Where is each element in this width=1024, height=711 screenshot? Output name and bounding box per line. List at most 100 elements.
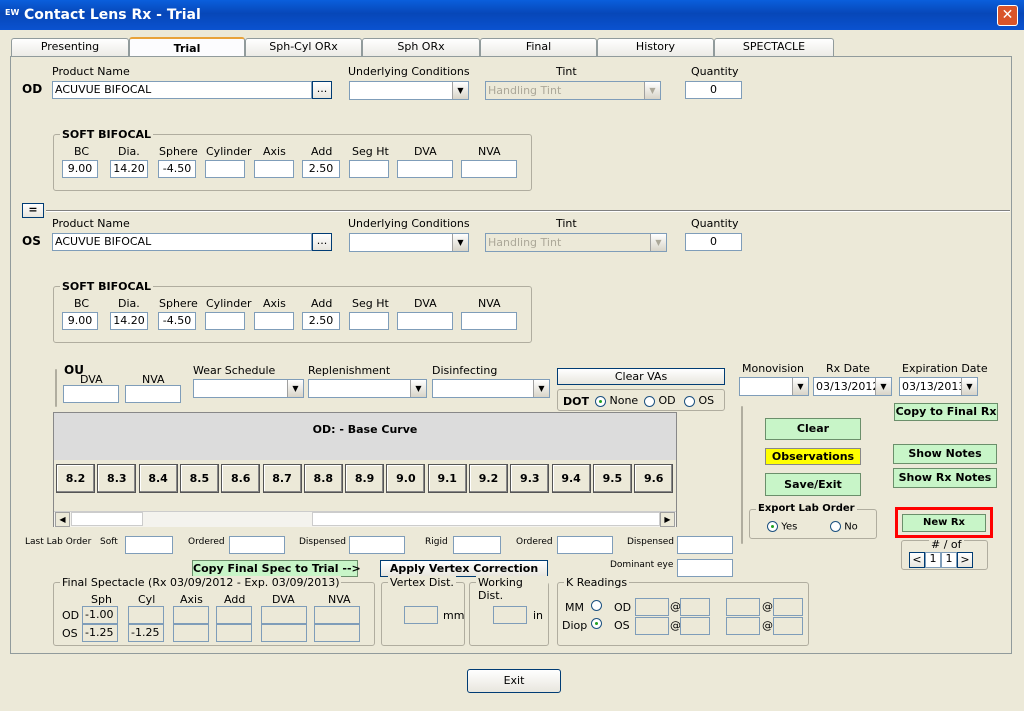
tab-final[interactable]: Final (480, 38, 597, 56)
replenishment-select[interactable]: ▼ (308, 379, 427, 398)
base-curve-cell[interactable]: 8.3 (97, 464, 137, 493)
scroll-thumb-secondary[interactable] (312, 512, 660, 526)
os-seght-input[interactable] (349, 312, 389, 330)
show-rx-notes-button[interactable]: Show Rx Notes (893, 468, 997, 488)
chevron-down-icon[interactable]: ▼ (452, 82, 468, 99)
os-cylinder-input[interactable] (205, 312, 245, 330)
od-product-input[interactable]: ACUVUE BIFOCAL (52, 81, 312, 99)
od-seght-input[interactable] (349, 160, 389, 178)
os-sphere-input[interactable]: -4.50 (158, 312, 196, 330)
soft-dispensed-input[interactable] (349, 536, 405, 554)
export-no-radio[interactable]: No (830, 521, 858, 533)
scroll-thumb[interactable] (71, 512, 143, 526)
k-mm-radio[interactable] (591, 600, 602, 611)
rigid-lab-input[interactable] (453, 536, 501, 554)
tab-history[interactable]: History (597, 38, 714, 56)
wear-schedule-select[interactable]: ▼ (193, 379, 304, 398)
os-product-browse-button[interactable]: ... (312, 233, 332, 251)
od-add-input[interactable]: 2.50 (302, 160, 340, 178)
copy-final-spec-button[interactable]: Copy Final Spec to Trial --> (192, 560, 361, 577)
od-cylinder-input[interactable] (205, 160, 245, 178)
close-button[interactable]: ✕ (997, 5, 1018, 26)
show-notes-button[interactable]: Show Notes (893, 444, 997, 464)
base-curve-cell[interactable]: 9.1 (427, 464, 467, 493)
base-curve-cell[interactable]: 8.5 (179, 464, 219, 493)
fs-os-label: OS (62, 627, 78, 640)
os-dva-input[interactable] (397, 312, 453, 330)
observations-button[interactable]: Observations (765, 448, 861, 465)
scroll-left-icon[interactable]: ◀ (55, 512, 70, 527)
apply-vertex-correction-button[interactable]: Apply Vertex Correction (380, 560, 548, 577)
base-curve-cell[interactable]: 8.9 (345, 464, 385, 493)
dot-os-radio[interactable]: OS (684, 394, 714, 407)
tab-sph-orx[interactable]: Sph ORx (362, 38, 480, 56)
os-nva-input[interactable] (461, 312, 517, 330)
base-curve-cell[interactable]: 9.4 (551, 464, 591, 493)
rx-date-picker[interactable]: 03/13/2012 ▼ (813, 377, 892, 396)
tab-trial[interactable]: Trial (129, 37, 245, 58)
rx-next-button[interactable]: > (957, 552, 973, 568)
export-yes-radio[interactable]: Yes (767, 521, 797, 533)
soft-lab-input[interactable] (125, 536, 173, 554)
chevron-down-icon[interactable]: ▼ (961, 378, 977, 395)
os-quantity-input[interactable]: 0 (685, 233, 742, 251)
expiration-date-picker[interactable]: 03/13/2013 ▼ (899, 377, 978, 396)
disinfecting-select[interactable]: ▼ (432, 379, 550, 398)
od-product-browse-button[interactable]: ... (312, 81, 332, 99)
copy-od-to-os-button[interactable]: = (22, 203, 44, 218)
base-curve-cell[interactable]: 9.6 (634, 464, 674, 493)
rx-current-input[interactable]: 1 (925, 552, 941, 568)
tab-spectacle[interactable]: SPECTACLE (714, 38, 834, 56)
base-curve-cell[interactable]: 8.4 (138, 464, 178, 493)
base-curve-cell[interactable]: 8.7 (262, 464, 302, 493)
dot-od-radio[interactable]: OD (644, 394, 676, 407)
new-rx-button[interactable]: New Rx (902, 514, 986, 532)
monovision-select[interactable]: ▼ (739, 377, 809, 396)
save-exit-button[interactable]: Save/Exit (765, 473, 861, 496)
dominant-eye-input[interactable] (677, 559, 733, 577)
base-curve-cell[interactable]: 8.6 (221, 464, 261, 493)
od-sphere-input[interactable]: -4.50 (158, 160, 196, 178)
rigid-ordered-input[interactable] (557, 536, 613, 554)
od-dva-input[interactable] (397, 160, 453, 178)
chevron-down-icon[interactable]: ▼ (533, 380, 549, 397)
clear-vas-button[interactable]: Clear VAs (557, 368, 725, 385)
od-nva-input[interactable] (461, 160, 517, 178)
chevron-down-icon[interactable]: ▼ (875, 378, 891, 395)
os-axis-input[interactable] (254, 312, 294, 330)
base-curve-cell[interactable]: 9.5 (592, 464, 632, 493)
od-bc-input[interactable]: 9.00 (62, 160, 98, 178)
copy-to-final-rx-button[interactable]: Copy to Final Rx (894, 403, 998, 421)
od-quantity-input[interactable]: 0 (685, 81, 742, 99)
base-curve-cell[interactable]: 9.2 (469, 464, 508, 493)
base-curve-cell[interactable]: 8.2 (56, 464, 95, 493)
tab-sph-cyl-orx[interactable]: Sph-Cyl ORx (245, 38, 362, 56)
chevron-down-icon[interactable]: ▼ (410, 380, 426, 397)
scroll-right-icon[interactable]: ▶ (660, 512, 675, 527)
dot-none-radio[interactable]: None (595, 394, 638, 407)
ou-nva-input[interactable] (125, 385, 181, 403)
chevron-down-icon[interactable]: ▼ (287, 380, 303, 397)
os-product-input[interactable]: ACUVUE BIFOCAL (52, 233, 312, 251)
ou-dva-input[interactable] (63, 385, 119, 403)
chevron-down-icon[interactable]: ▼ (452, 234, 468, 251)
base-curve-cell[interactable]: 9.3 (510, 464, 550, 493)
soft-ordered-input[interactable] (229, 536, 285, 554)
os-underlying-select[interactable]: ▼ (349, 233, 469, 252)
os-add-input[interactable]: 2.50 (302, 312, 340, 330)
os-dia-input[interactable]: 14.20 (110, 312, 148, 330)
base-curve-cell[interactable]: 8.8 (303, 464, 343, 493)
os-tint-value: Handling Tint (488, 236, 562, 249)
tab-presenting[interactable]: Presenting (11, 38, 129, 56)
rigid-dispensed-input[interactable] (677, 536, 733, 554)
od-dia-input[interactable]: 14.20 (110, 160, 148, 178)
base-curve-cell[interactable]: 9.0 (386, 464, 426, 493)
od-axis-input[interactable] (254, 160, 294, 178)
k-diop-radio[interactable] (591, 618, 602, 629)
od-underlying-select[interactable]: ▼ (349, 81, 469, 100)
clear-button[interactable]: Clear (765, 418, 861, 440)
os-bc-input[interactable]: 9.00 (62, 312, 98, 330)
rx-prev-button[interactable]: < (909, 552, 925, 568)
exit-button[interactable]: Exit (467, 669, 561, 693)
chevron-down-icon[interactable]: ▼ (792, 378, 808, 395)
